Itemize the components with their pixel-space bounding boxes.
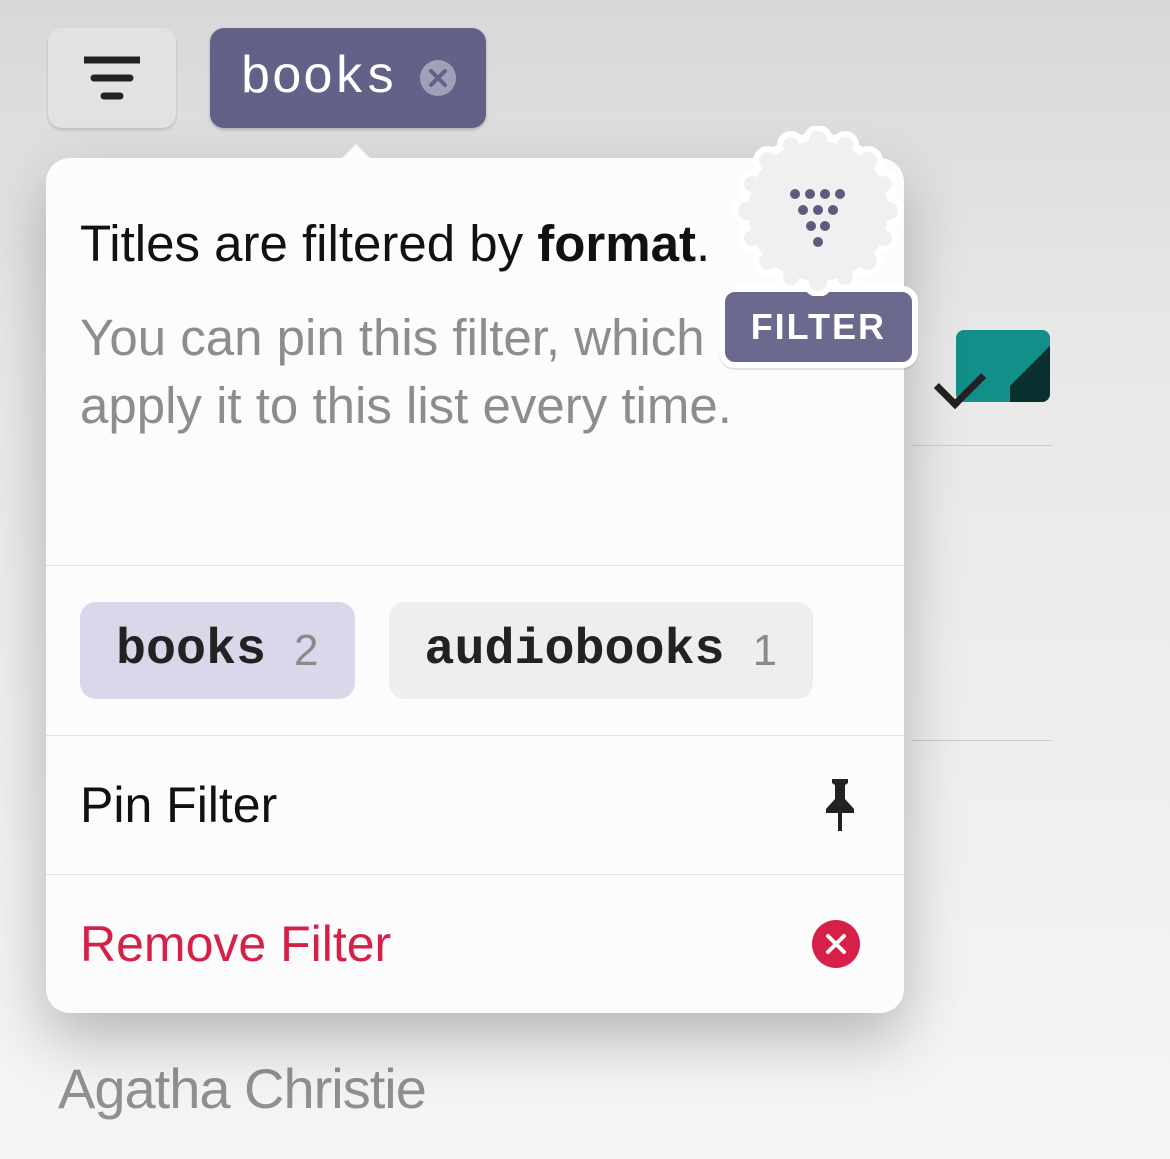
pin-icon — [820, 779, 860, 831]
filter-coachmark-badge: FILTER — [719, 126, 918, 368]
remove-filter-label: Remove Filter — [80, 915, 391, 973]
topbar: books — [0, 0, 1170, 128]
popover-title-suffix: . — [696, 215, 710, 272]
close-icon — [825, 933, 847, 955]
pin-filter-label: Pin Filter — [80, 776, 277, 834]
remove-filter-row[interactable]: Remove Filter — [46, 874, 904, 1013]
filter-options: books 2 audiobooks 1 — [46, 566, 904, 735]
active-filter-label: books — [240, 49, 396, 108]
filter-badge-label: FILTER — [719, 286, 918, 368]
scalloped-badge — [733, 126, 903, 296]
clear-filter-button[interactable] — [420, 60, 456, 96]
sort-filter-button[interactable] — [48, 28, 176, 128]
option-label: books — [116, 622, 266, 679]
popover-title-prefix: Titles are filtered by — [80, 215, 537, 272]
option-count: 1 — [753, 626, 777, 676]
close-icon — [429, 69, 447, 87]
remove-icon-badge — [812, 920, 860, 968]
filter-option-books[interactable]: books 2 — [80, 602, 355, 699]
pin-filter-row[interactable]: Pin Filter — [46, 735, 904, 874]
option-count: 2 — [294, 626, 318, 676]
row-divider — [912, 740, 1052, 741]
author-name-truncated: Agatha Christie — [58, 1056, 426, 1121]
filter-lines-icon — [84, 56, 140, 100]
row-divider — [912, 445, 1052, 446]
option-label: audiobooks — [425, 622, 725, 679]
popover-title-strong: format — [537, 215, 696, 272]
active-filter-chip[interactable]: books — [210, 28, 486, 128]
filter-option-audiobooks[interactable]: audiobooks 1 — [389, 602, 814, 699]
